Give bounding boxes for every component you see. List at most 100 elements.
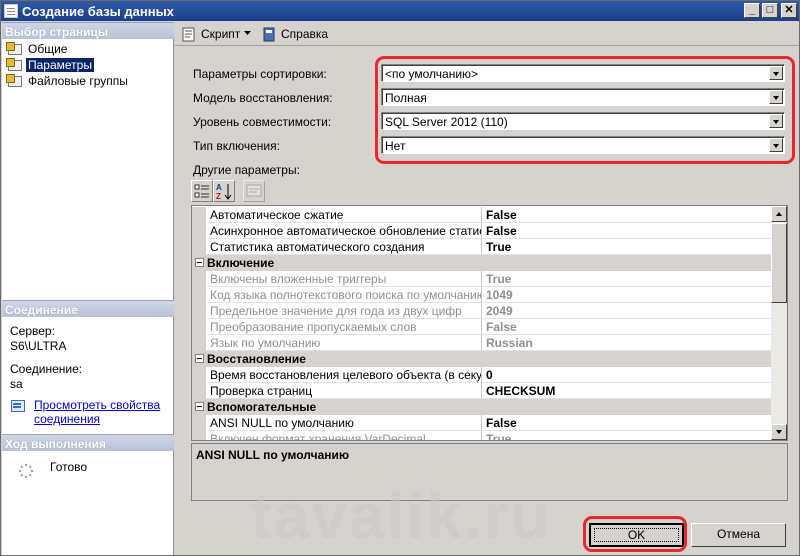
cancel-button[interactable]: Отмена — [691, 523, 786, 547]
property-value[interactable]: True — [482, 239, 772, 255]
property-row[interactable]: Статистика автоматического создания True — [192, 239, 772, 255]
minimize-button[interactable]: _ — [744, 3, 760, 18]
svg-text:Z: Z — [216, 192, 221, 201]
category-name: Восстановление — [207, 352, 306, 366]
property-name: ANSI NULL по умолчанию — [207, 415, 482, 431]
close-button[interactable]: ✕ — [781, 3, 797, 18]
sidebar-item-options[interactable]: Параметры — [6, 57, 94, 72]
link-line-1: Просмотреть свойства — [34, 398, 161, 412]
title-bar: Создание базы данных _ □ ✕ — [1, 1, 799, 21]
scroll-up-icon[interactable] — [771, 206, 787, 222]
page-icon — [6, 42, 22, 55]
app-icon — [4, 4, 18, 18]
vertical-scrollbar[interactable] — [771, 206, 787, 440]
row-gutter — [192, 383, 206, 399]
scroll-down-icon[interactable] — [771, 424, 787, 440]
property-row[interactable]: ANSI NULL по умолчанию False — [192, 415, 772, 431]
alphabetical-button[interactable]: A Z — [213, 180, 235, 202]
highlight-frame — [375, 56, 795, 164]
property-name: Автоматическое сжатие — [207, 207, 482, 223]
property-row[interactable]: Код языка полнотекстового поиска по умол… — [192, 287, 772, 303]
property-name: Статистика автоматического создания — [207, 239, 482, 255]
property-pages-button[interactable] — [243, 180, 265, 202]
sort-alphabetical-icon: A Z — [216, 183, 232, 201]
row-gutter — [192, 287, 206, 303]
script-button[interactable]: Скрипт — [181, 25, 240, 43]
compatibility-level-label: Уровень совместимости: — [193, 115, 332, 129]
property-value[interactable]: 0 — [482, 367, 772, 383]
property-row[interactable]: Включен формат хранения VarDecimal True — [192, 431, 772, 440]
property-value: Russian — [482, 335, 772, 351]
sidebar-item-filegroups[interactable]: Файловые группы — [6, 73, 130, 88]
script-label: Скрипт — [201, 27, 241, 41]
property-value: True — [482, 431, 772, 440]
property-row[interactable]: Язык по умолчанию Russian — [192, 335, 772, 351]
maximize-button[interactable]: □ — [762, 3, 778, 18]
property-value[interactable]: False — [482, 207, 772, 223]
property-name: Преобразование пропускаемых слов — [207, 319, 482, 335]
sidebar-item-general[interactable]: Общие — [6, 41, 69, 56]
ok-highlight-frame — [583, 516, 687, 552]
page-icon — [6, 74, 22, 87]
property-row[interactable]: Проверка страниц CHECKSUM — [192, 383, 772, 399]
property-value[interactable]: False — [482, 223, 772, 239]
category-row[interactable]: Восстановление — [192, 351, 772, 367]
category-row[interactable]: Вспомогательные — [192, 399, 772, 415]
property-name: Включены вложенные триггеры — [207, 271, 482, 287]
link-line-2: соединения — [34, 412, 101, 426]
collapse-icon[interactable] — [195, 354, 204, 363]
property-pages-icon — [246, 184, 262, 197]
row-gutter — [192, 335, 206, 351]
property-value: False — [482, 319, 772, 335]
page-select-header: Выбор страницы — [2, 22, 174, 39]
progress-spinner-icon — [18, 463, 34, 479]
help-label: Справка — [281, 27, 329, 41]
property-name: Асинхронное автоматическое обновление ст… — [207, 223, 482, 239]
property-name: Проверка страниц — [207, 383, 482, 399]
property-row[interactable]: Автоматическое сжатие False — [192, 207, 772, 223]
property-row[interactable]: Включены вложенные триггеры True — [192, 271, 772, 287]
property-row[interactable]: Преобразование пропускаемых слов False — [192, 319, 772, 335]
sidebar-item-label: Параметры — [26, 57, 94, 72]
sidebar-item-label: Общие — [28, 41, 68, 56]
row-gutter — [192, 207, 206, 223]
server-label: Сервер: — [10, 324, 55, 338]
help-button[interactable]: Справка — [261, 25, 328, 43]
row-gutter — [192, 239, 206, 255]
collapse-icon[interactable] — [195, 258, 204, 267]
script-icon — [182, 27, 195, 41]
page-icon — [6, 58, 22, 71]
property-value: 1049 — [482, 287, 772, 303]
connection-label: Соединение: — [10, 362, 83, 376]
dialog-window: Создание базы данных _ □ ✕ Выбор страниц… — [0, 0, 800, 556]
property-name: Включен формат хранения VarDecimal — [207, 431, 482, 440]
view-connection-properties-link[interactable]: Просмотреть свойства соединения — [34, 398, 160, 426]
properties-link-icon — [10, 398, 25, 413]
containment-type-label: Тип включения: — [193, 139, 280, 153]
categorized-button[interactable] — [191, 180, 213, 202]
row-gutter — [192, 415, 206, 431]
other-options-label: Другие параметры: — [193, 163, 300, 177]
property-row[interactable]: Асинхронное автоматическое обновление ст… — [192, 223, 772, 239]
property-row[interactable]: Время восстановления целевого объекта (в… — [192, 367, 772, 383]
property-value: True — [482, 271, 772, 287]
property-grid[interactable]: Автоматическое сжатие False Асинхронное … — [191, 205, 788, 441]
progress-header: Ход выполнения — [2, 434, 174, 451]
property-value[interactable]: False — [482, 415, 772, 431]
row-gutter — [192, 271, 206, 287]
server-value: S6\ULTRA — [10, 339, 67, 353]
help-icon — [263, 27, 275, 41]
collapse-icon[interactable] — [195, 402, 204, 411]
category-row[interactable]: Включение — [192, 255, 772, 271]
left-pane: Выбор страницы Общие Параметры Файловые … — [2, 22, 174, 555]
property-row[interactable]: Предельное значение для года из двух циф… — [192, 303, 772, 319]
window-title: Создание базы данных — [22, 4, 174, 19]
svg-text:A: A — [216, 183, 222, 192]
property-value[interactable]: CHECKSUM — [482, 383, 772, 399]
toolbar: Скрипт Справка — [175, 22, 799, 46]
script-dropdown-icon[interactable] — [244, 31, 252, 37]
connection-value: sa — [10, 377, 23, 391]
scroll-thumb[interactable] — [771, 223, 787, 303]
sidebar-item-label: Файловые группы — [28, 73, 128, 88]
row-gutter — [192, 367, 206, 383]
